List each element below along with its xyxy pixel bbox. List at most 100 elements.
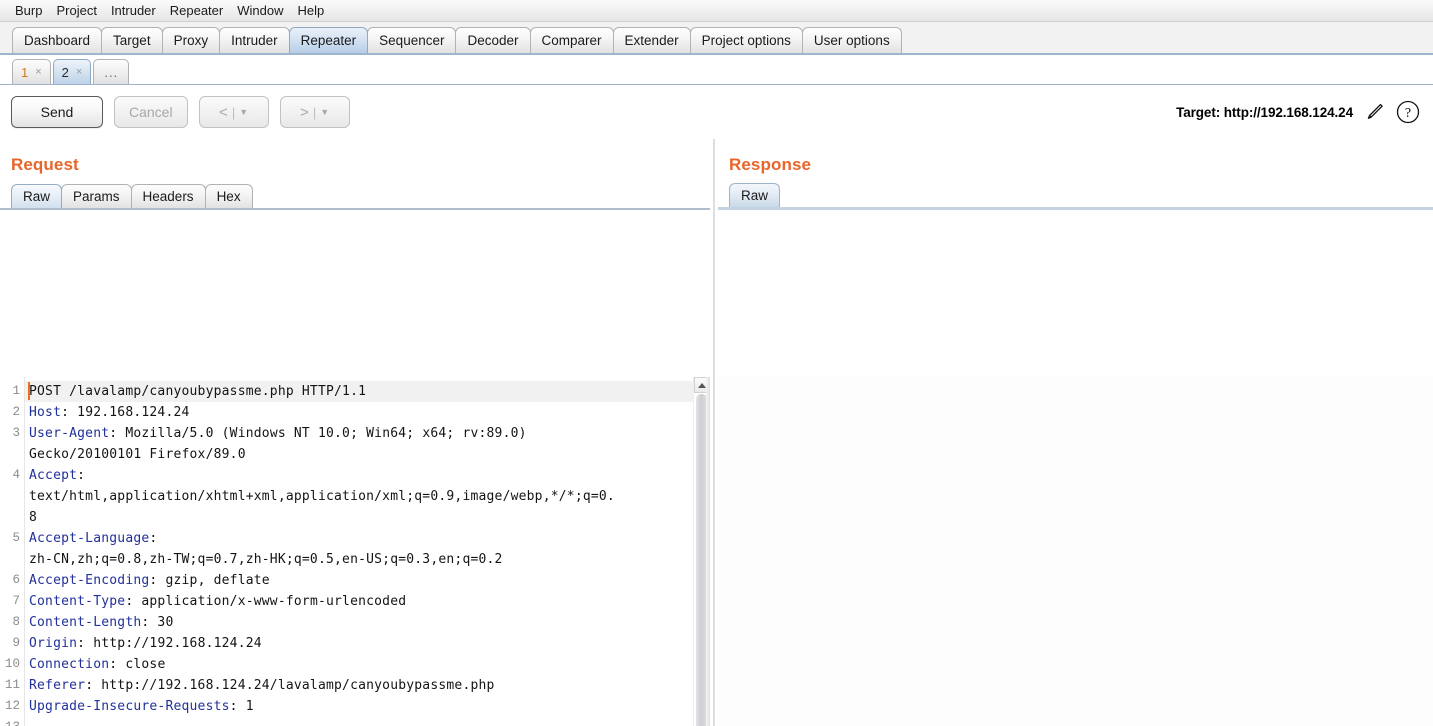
close-icon[interactable]: ×	[35, 66, 41, 78]
code-text: : gzip, deflate	[149, 573, 270, 588]
send-button[interactable]: Send	[11, 96, 103, 128]
header-name: Accept-Language	[29, 531, 150, 546]
menu-item-help[interactable]: Help	[290, 1, 331, 21]
svg-text:?: ?	[1405, 106, 1411, 121]
code-line: User-Agent: Mozilla/5.0 (Windows NT 10.0…	[29, 423, 693, 444]
tab-target[interactable]: Target	[101, 27, 163, 53]
tab-dashboard[interactable]: Dashboard	[12, 27, 103, 53]
close-icon[interactable]: ×	[76, 66, 82, 78]
code-text: text/html,application/xhtml+xml,applicat…	[29, 489, 615, 504]
menu-item-window[interactable]: Window	[230, 1, 290, 21]
tab-extender[interactable]: Extender	[612, 27, 691, 53]
tab-proxy[interactable]: Proxy	[161, 27, 221, 53]
response-tab-bar: Raw	[718, 183, 1433, 210]
header-name: Connection	[29, 657, 110, 672]
header-name: Accept	[29, 468, 78, 483]
line-number: 11	[4, 678, 20, 692]
code-text: : 1	[229, 699, 254, 714]
help-icon[interactable]: ?	[1395, 99, 1421, 125]
new-repeater-tab-button[interactable]: ...	[93, 59, 130, 84]
request-tab-raw[interactable]: Raw	[11, 184, 63, 208]
code-text: :	[77, 468, 86, 483]
request-raw-text[interactable]: POST /lavalamp/canyoubypassme.php HTTP/1…	[25, 377, 693, 726]
repeater-tab-bar: 1 × 2 × ...	[0, 55, 1433, 85]
code-line: Origin: http://192.168.124.24	[29, 633, 693, 654]
repeater-tab-1[interactable]: 1 ×	[12, 59, 51, 84]
response-pane: Response Raw	[718, 139, 1433, 726]
line-number: 8	[12, 615, 20, 629]
text-caret	[28, 382, 30, 400]
request-tab-hex[interactable]: Hex	[204, 184, 253, 208]
response-raw-text[interactable]	[718, 376, 1433, 726]
code-line: Gecko/20100101 Firefox/89.0	[29, 444, 693, 465]
line-number	[0, 549, 24, 570]
menu-item-intruder[interactable]: Intruder	[104, 1, 163, 21]
header-name: Origin	[29, 636, 78, 651]
code-line: POST /lavalamp/canyoubypassme.php HTTP/1…	[25, 381, 693, 402]
request-response-split: Request Raw Params Headers Hex 123456789…	[0, 139, 1433, 726]
line-number: 7	[12, 594, 20, 608]
tab-decoder[interactable]: Decoder	[455, 27, 531, 53]
line-number-gutter: 1234567891011121314	[0, 377, 25, 726]
pencil-icon[interactable]	[1363, 101, 1385, 123]
chevron-down-icon: ▼	[239, 107, 249, 117]
repeater-toolbar: Send Cancel < | ▼ > | ▼ Target: http://1…	[0, 85, 1433, 139]
repeater-tab-2[interactable]: 2 ×	[52, 59, 92, 84]
header-name: User-Agent	[29, 426, 110, 441]
cancel-button: Cancel	[114, 96, 188, 128]
separator: |	[312, 104, 317, 120]
code-text: POST /lavalamp/canyoubypassme.php HTTP/1…	[29, 384, 367, 399]
code-line: Accept-Encoding: gzip, deflate	[29, 570, 693, 591]
code-line: Referer: http://192.168.124.24/lavalamp/…	[29, 675, 693, 696]
header-name: Accept-Encoding	[29, 573, 150, 588]
code-text: :	[149, 531, 158, 546]
tab-user-options[interactable]: User options	[801, 27, 902, 53]
line-number: 3	[12, 426, 20, 440]
response-title: Response	[729, 155, 812, 174]
tab-project-options[interactable]: Project options	[689, 27, 803, 53]
tab-intruder[interactable]: Intruder	[219, 27, 290, 53]
code-text: : close	[109, 657, 166, 672]
tab-sequencer[interactable]: Sequencer	[367, 27, 457, 53]
tab-comparer[interactable]: Comparer	[529, 27, 614, 53]
pane-splitter[interactable]	[710, 139, 718, 726]
line-number: 10	[4, 657, 20, 671]
code-line: Content-Length: 30	[29, 612, 693, 633]
header-name: Upgrade-Insecure-Requests	[29, 699, 230, 714]
header-name: Content-Length	[29, 615, 142, 630]
menu-item-project[interactable]: Project	[49, 1, 103, 21]
line-number: 1	[12, 384, 20, 398]
line-number	[0, 486, 24, 507]
line-number	[0, 444, 24, 465]
header-name: Host	[29, 405, 62, 420]
code-text: zh-CN,zh;q=0.8,zh-TW;q=0.7,zh-HK;q=0.5,e…	[29, 552, 503, 567]
chevron-left-icon: <	[219, 103, 228, 121]
chevron-down-icon: ▼	[320, 107, 330, 117]
response-tab-raw[interactable]: Raw	[729, 183, 781, 207]
code-text: : 192.168.124.24	[61, 405, 190, 420]
tab-repeater[interactable]: Repeater	[288, 27, 369, 53]
code-text: : http://192.168.124.24	[77, 636, 262, 651]
code-line: 8	[29, 507, 693, 528]
code-line: zh-CN,zh;q=0.8,zh-TW;q=0.7,zh-HK;q=0.5,e…	[29, 549, 693, 570]
menu-item-burp[interactable]: Burp	[8, 1, 49, 21]
forward-button: > | ▼	[279, 96, 350, 128]
request-tab-headers[interactable]: Headers	[130, 184, 206, 208]
code-line: Accept-Language:	[29, 528, 693, 549]
request-tab-params[interactable]: Params	[61, 184, 132, 208]
menu-bar: Burp Project Intruder Repeater Window He…	[0, 0, 1433, 22]
code-text: : 30	[141, 615, 174, 630]
menu-item-repeater[interactable]: Repeater	[163, 1, 230, 21]
request-pane: Request Raw Params Headers Hex 123456789…	[0, 139, 710, 726]
request-editor[interactable]: 1234567891011121314 POST /lavalamp/canyo…	[0, 376, 710, 726]
request-title: Request	[11, 155, 79, 174]
header-name: Content-Type	[29, 594, 126, 609]
code-line: Content-Type: application/x-www-form-url…	[29, 591, 693, 612]
burp-suite-window: Burp Project Intruder Repeater Window He…	[0, 0, 1433, 726]
repeater-tab-2-label: 2	[61, 64, 69, 80]
line-number	[0, 507, 24, 528]
code-line: Upgrade-Insecure-Requests: 1	[29, 696, 693, 717]
repeater-tab-1-label: 1	[21, 64, 29, 80]
code-text: : Mozilla/5.0 (Windows NT 10.0; Win64; x…	[109, 426, 527, 441]
code-line: Connection: close	[29, 654, 693, 675]
